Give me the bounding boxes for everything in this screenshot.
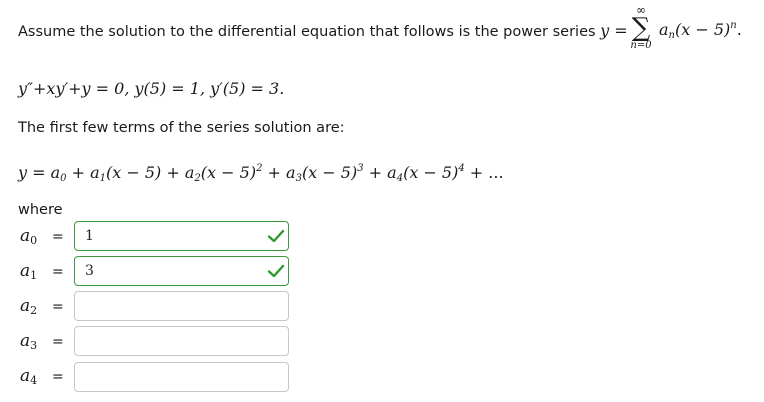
equals-sign: = bbox=[52, 369, 64, 385]
term-1b: (x − 5) + a bbox=[106, 163, 195, 182]
term-0: y = a bbox=[18, 163, 61, 182]
coef-input-a2[interactable] bbox=[74, 291, 289, 321]
problem-intro: Assume the solution to the differential … bbox=[18, 21, 628, 40]
sigma-symbol: ∑ bbox=[631, 13, 651, 43]
coef-sub: 1 bbox=[30, 269, 38, 282]
coef-sub: 4 bbox=[30, 374, 38, 387]
coef-input-value: 3 bbox=[85, 263, 94, 279]
series-general-term: an(x − 5)n. bbox=[659, 20, 742, 41]
coef-sub: 0 bbox=[30, 234, 38, 247]
coef-label-a2: a2 bbox=[20, 296, 37, 316]
series-lhs: y = bbox=[600, 21, 628, 40]
term-4b: (x − 5) bbox=[403, 163, 459, 182]
differential-equation: y″+xy′+y = 0, y(5) = 1, y′(5) = 3. bbox=[18, 79, 285, 98]
coef-letter: a bbox=[20, 331, 31, 351]
sum-lower-limit: n=0 bbox=[630, 40, 652, 51]
coef-input-a3[interactable] bbox=[74, 326, 289, 356]
coef-letter: a bbox=[20, 226, 31, 246]
series-base: (x − 5) bbox=[675, 20, 731, 39]
where-text: where bbox=[18, 202, 63, 218]
intro-text: Assume the solution to the differential … bbox=[18, 24, 596, 40]
coef-input-a0[interactable]: 1 bbox=[74, 221, 289, 251]
term-4: + a bbox=[363, 163, 397, 182]
series-coef: a bbox=[659, 20, 669, 39]
term-2b: (x − 5) bbox=[200, 163, 257, 182]
summation-symbol: ∞ ∑ n=0 bbox=[628, 4, 654, 51]
coef-sub: 3 bbox=[30, 339, 38, 352]
term-1: + a bbox=[66, 163, 100, 182]
coef-label-a3: a3 bbox=[20, 331, 37, 351]
coef-label-a0: a0 bbox=[20, 226, 37, 246]
coef-label-a1: a1 bbox=[20, 261, 37, 281]
checkmark-icon bbox=[267, 229, 285, 243]
coef-letter: a bbox=[20, 296, 31, 316]
coef-letter: a bbox=[20, 261, 31, 281]
term-3b: (x − 5) bbox=[301, 163, 358, 182]
term-3: + a bbox=[262, 163, 296, 182]
series-tail: + ... bbox=[464, 163, 504, 182]
equals-sign: = bbox=[52, 334, 64, 350]
coef-letter: a bbox=[20, 366, 31, 386]
coef-input-a4[interactable] bbox=[74, 362, 289, 392]
coef-input-value: 1 bbox=[85, 228, 94, 244]
coef-input-a1[interactable]: 3 bbox=[74, 256, 289, 286]
series-expansion: y = a0 + a1(x − 5) + a2(x − 5)2 + a3(x −… bbox=[18, 163, 504, 184]
coef-label-a4: a4 bbox=[20, 366, 37, 386]
intro-period: . bbox=[736, 20, 742, 39]
coef-sub: 2 bbox=[30, 304, 38, 317]
equals-sign: = bbox=[52, 264, 64, 280]
equals-sign: = bbox=[52, 299, 64, 315]
checkmark-icon bbox=[267, 264, 285, 278]
first-terms-text: The first few terms of the series soluti… bbox=[18, 120, 345, 136]
equals-sign: = bbox=[52, 229, 64, 245]
